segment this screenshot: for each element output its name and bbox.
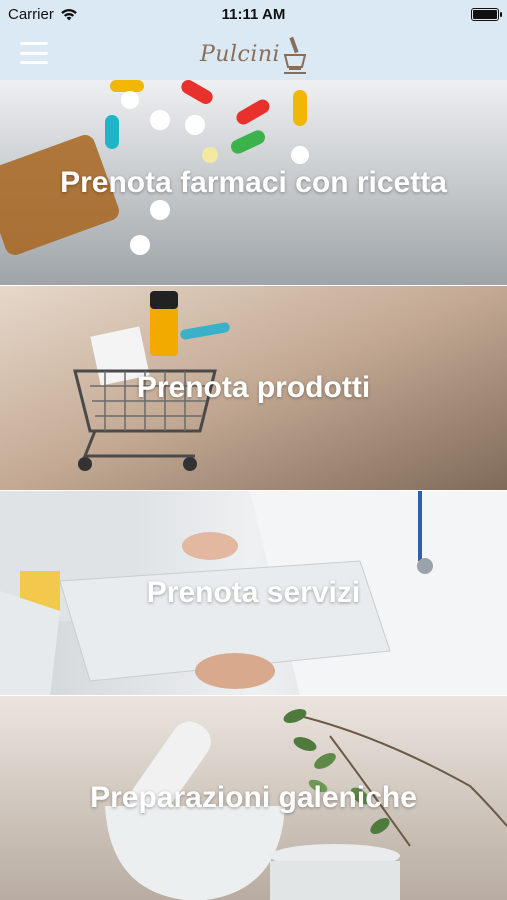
tile-services[interactable]: Prenota servizi: [0, 490, 507, 695]
tile-products[interactable]: Prenota prodotti: [0, 285, 507, 490]
category-tiles: Prenota farmaci con ricetta Prenota prod…: [0, 80, 507, 900]
menu-line: [20, 61, 48, 64]
tile-label: Prenota farmaci con ricetta: [60, 165, 447, 199]
menu-line: [20, 51, 48, 55]
tile-prescription-drugs[interactable]: Prenota farmaci con ricetta: [0, 80, 507, 285]
carrier-label: Carrier: [8, 5, 54, 23]
tile-galenic-preparations[interactable]: Preparazioni galeniche: [0, 695, 507, 900]
logo-text: Pulcini: [200, 41, 281, 67]
status-bar: Carrier 11:11 AM: [0, 0, 507, 28]
battery-level: [473, 9, 497, 19]
hamburger-menu-button[interactable]: [20, 42, 48, 64]
nav-bar: Pulcini: [0, 28, 507, 80]
tile-label: Prenota servizi: [146, 576, 361, 609]
menu-line: [20, 42, 48, 45]
wifi-icon: [61, 8, 77, 20]
tile-label: Preparazioni galeniche: [90, 781, 417, 814]
status-left: Carrier: [8, 6, 78, 23]
battery-icon: [471, 7, 502, 21]
pharmacy-logo: Pulcini: [200, 30, 310, 78]
tile-label: Prenota prodotti: [136, 371, 371, 404]
mortar-icon: [283, 36, 307, 74]
